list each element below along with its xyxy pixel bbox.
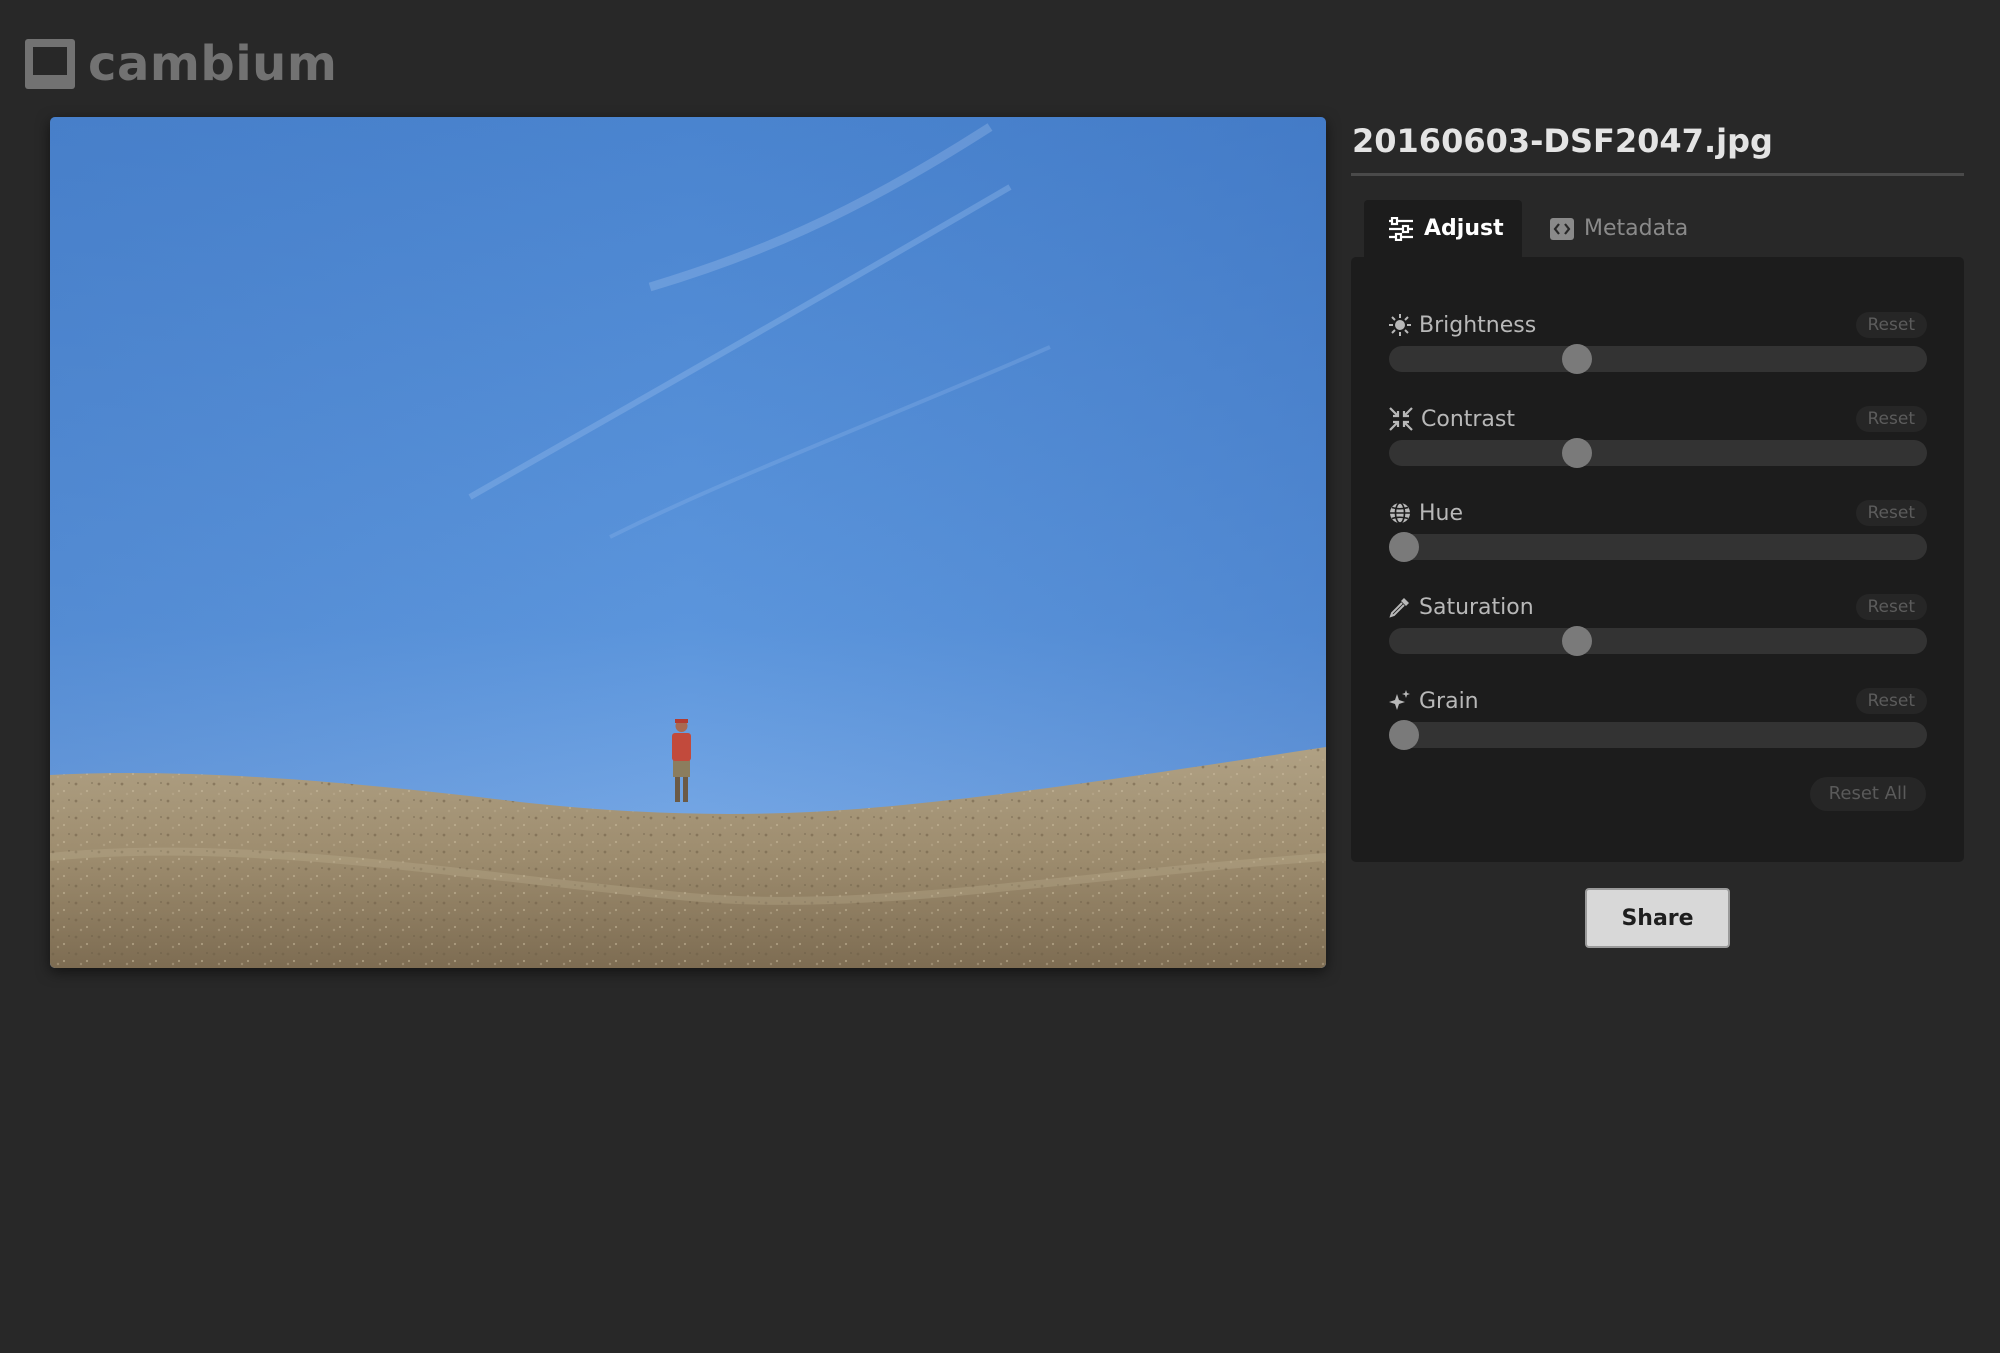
tab-metadata-label: Metadata — [1584, 216, 1689, 241]
saturation-slider[interactable] — [1389, 628, 1927, 654]
adjust-grain: Grain Reset — [1389, 685, 1927, 765]
adjust-saturation: Saturation Reset — [1389, 591, 1927, 671]
saturation-label: Saturation — [1419, 594, 1534, 620]
contrast-reset-button[interactable]: Reset — [1855, 406, 1927, 432]
logo-icon — [25, 39, 75, 89]
brightness-label: Brightness — [1419, 312, 1537, 338]
hue-slider[interactable] — [1389, 534, 1927, 560]
editor-sidebar: 20160603-DSF2047.jpg Adjust Metadata Bri… — [1351, 117, 1964, 862]
app-logo[interactable]: cambium — [25, 36, 338, 92]
tab-bar: Adjust Metadata — [1351, 200, 1964, 257]
hue-label: Hue — [1419, 500, 1464, 526]
grain-slider-thumb[interactable] — [1389, 720, 1419, 750]
code-icon — [1550, 217, 1574, 240]
adjust-panel: Brightness Reset Contrast Reset Hue Rese… — [1351, 257, 1964, 862]
contrast-slider-thumb[interactable] — [1561, 438, 1592, 468]
file-name: 20160603-DSF2047.jpg — [1351, 117, 1964, 176]
adjust-hue: Hue Reset — [1389, 497, 1927, 577]
hue-reset-button[interactable]: Reset — [1855, 500, 1927, 526]
grain-slider[interactable] — [1389, 722, 1927, 748]
share-button[interactable]: Share — [1585, 888, 1730, 948]
globe-icon — [1390, 502, 1410, 524]
compress-icon — [1389, 407, 1413, 431]
brightness-reset-button[interactable]: Reset — [1855, 312, 1927, 338]
adjust-brightness: Brightness Reset — [1389, 309, 1927, 389]
contrast-label: Contrast — [1421, 406, 1516, 432]
reset-all-button[interactable]: Reset All — [1809, 777, 1926, 811]
brightness-slider[interactable] — [1389, 346, 1927, 372]
sun-icon — [1389, 314, 1411, 336]
app-name: cambium — [88, 36, 338, 92]
brightness-slider-thumb[interactable] — [1561, 344, 1592, 374]
saturation-slider-thumb[interactable] — [1561, 626, 1592, 656]
sparkles-icon — [1389, 690, 1410, 710]
tab-adjust-label: Adjust — [1424, 216, 1504, 241]
tab-adjust[interactable]: Adjust — [1364, 200, 1522, 257]
saturation-reset-button[interactable]: Reset — [1855, 594, 1927, 620]
grain-label: Grain — [1419, 688, 1479, 714]
eyedropper-icon — [1389, 598, 1409, 618]
grain-reset-button[interactable]: Reset — [1855, 688, 1927, 714]
sliders-icon — [1389, 216, 1413, 241]
contrast-slider[interactable] — [1389, 440, 1927, 466]
tab-metadata[interactable]: Metadata — [1522, 200, 1712, 257]
adjust-contrast: Contrast Reset — [1389, 403, 1927, 483]
hue-slider-thumb[interactable] — [1389, 532, 1419, 562]
photo-preview — [50, 117, 1326, 968]
